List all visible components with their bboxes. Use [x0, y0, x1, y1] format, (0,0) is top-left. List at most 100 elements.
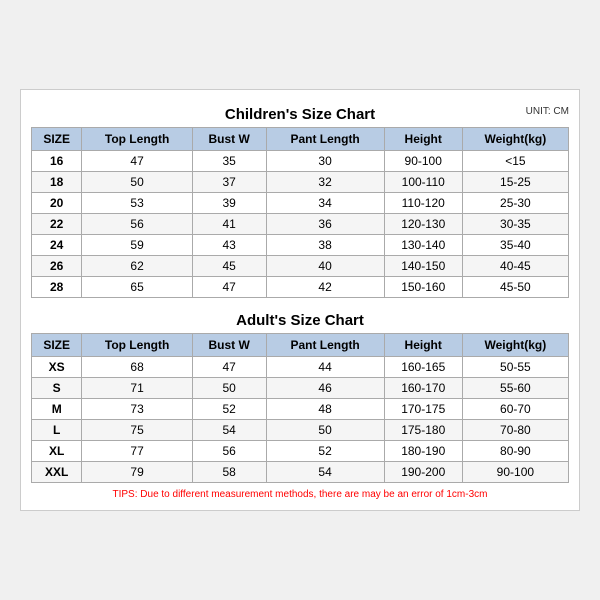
table-cell: 30-35: [462, 214, 568, 235]
table-cell: 43: [192, 235, 266, 256]
tips-text: TIPS: Due to different measurement metho…: [31, 489, 569, 500]
table-cell: 90-100: [462, 462, 568, 483]
adult-col-pant-length-header: Pant Length: [266, 334, 384, 357]
table-row: S715046160-17055-60: [32, 378, 569, 399]
unit-label: UNIT: CM: [526, 106, 569, 117]
table-cell: L: [32, 420, 82, 441]
col-weight-header: Weight(kg): [462, 128, 568, 151]
adult-col-weight-header: Weight(kg): [462, 334, 568, 357]
table-cell: 20: [32, 193, 82, 214]
table-cell: 68: [82, 357, 192, 378]
adult-col-height-header: Height: [384, 334, 462, 357]
table-cell: 110-120: [384, 193, 462, 214]
table-cell: 16: [32, 151, 82, 172]
table-cell: 18: [32, 172, 82, 193]
table-cell: 35-40: [462, 235, 568, 256]
table-cell: 40-45: [462, 256, 568, 277]
table-cell: 15-25: [462, 172, 568, 193]
table-cell: 56: [82, 214, 192, 235]
table-cell: 52: [266, 441, 384, 462]
col-size-header: SIZE: [32, 128, 82, 151]
table-row: 1647353090-100<15: [32, 151, 569, 172]
table-cell: 65: [82, 277, 192, 298]
table-cell: 47: [82, 151, 192, 172]
table-cell: 50: [192, 378, 266, 399]
table-cell: <15: [462, 151, 568, 172]
table-row: M735248170-17560-70: [32, 399, 569, 420]
table-cell: S: [32, 378, 82, 399]
table-cell: 47: [192, 357, 266, 378]
table-cell: 50-55: [462, 357, 568, 378]
table-cell: 130-140: [384, 235, 462, 256]
table-cell: 90-100: [384, 151, 462, 172]
children-title-text: Children's Size Chart: [225, 106, 375, 123]
table-cell: 44: [266, 357, 384, 378]
table-cell: 46: [266, 378, 384, 399]
children-table: SIZE Top Length Bust W Pant Length Heigh…: [31, 127, 569, 298]
adult-title-text: Adult's Size Chart: [236, 312, 364, 329]
table-cell: 180-190: [384, 441, 462, 462]
children-header-row: SIZE Top Length Bust W Pant Length Heigh…: [32, 128, 569, 151]
table-cell: 45: [192, 256, 266, 277]
table-cell: 175-180: [384, 420, 462, 441]
table-cell: 40: [266, 256, 384, 277]
adult-header-row: SIZE Top Length Bust W Pant Length Heigh…: [32, 334, 569, 357]
table-cell: 37: [192, 172, 266, 193]
table-cell: 24: [32, 235, 82, 256]
table-cell: XL: [32, 441, 82, 462]
col-bust-w-header: Bust W: [192, 128, 266, 151]
table-cell: 47: [192, 277, 266, 298]
table-cell: 75: [82, 420, 192, 441]
adult-table: SIZE Top Length Bust W Pant Length Heigh…: [31, 333, 569, 483]
adult-col-top-length-header: Top Length: [82, 334, 192, 357]
table-cell: 62: [82, 256, 192, 277]
table-cell: 25-30: [462, 193, 568, 214]
table-cell: 60-70: [462, 399, 568, 420]
table-cell: 54: [266, 462, 384, 483]
col-height-header: Height: [384, 128, 462, 151]
table-cell: 48: [266, 399, 384, 420]
table-cell: 39: [192, 193, 266, 214]
chart-container: Children's Size Chart UNIT: CM SIZE Top …: [20, 89, 580, 511]
adult-title: Adult's Size Chart: [31, 306, 569, 333]
table-cell: 32: [266, 172, 384, 193]
table-row: 24594338130-14035-40: [32, 235, 569, 256]
table-cell: 41: [192, 214, 266, 235]
table-row: 26624540140-15040-45: [32, 256, 569, 277]
table-cell: 42: [266, 277, 384, 298]
table-cell: 150-160: [384, 277, 462, 298]
table-cell: 45-50: [462, 277, 568, 298]
adult-col-bust-w-header: Bust W: [192, 334, 266, 357]
table-cell: 70-80: [462, 420, 568, 441]
table-cell: 100-110: [384, 172, 462, 193]
col-pant-length-header: Pant Length: [266, 128, 384, 151]
table-cell: 79: [82, 462, 192, 483]
table-row: XL775652180-19080-90: [32, 441, 569, 462]
table-row: XXL795854190-20090-100: [32, 462, 569, 483]
table-row: 20533934110-12025-30: [32, 193, 569, 214]
table-cell: 36: [266, 214, 384, 235]
table-cell: 160-170: [384, 378, 462, 399]
table-row: 22564136120-13030-35: [32, 214, 569, 235]
table-cell: 28: [32, 277, 82, 298]
table-cell: 54: [192, 420, 266, 441]
table-cell: 30: [266, 151, 384, 172]
table-row: L755450175-18070-80: [32, 420, 569, 441]
table-cell: 71: [82, 378, 192, 399]
table-cell: 34: [266, 193, 384, 214]
adult-col-size-header: SIZE: [32, 334, 82, 357]
table-row: 18503732100-11015-25: [32, 172, 569, 193]
table-row: 28654742150-16045-50: [32, 277, 569, 298]
table-cell: 80-90: [462, 441, 568, 462]
table-cell: 73: [82, 399, 192, 420]
table-cell: 35: [192, 151, 266, 172]
children-title: Children's Size Chart UNIT: CM: [31, 100, 569, 127]
table-cell: 50: [266, 420, 384, 441]
table-cell: 170-175: [384, 399, 462, 420]
table-row: XS684744160-16550-55: [32, 357, 569, 378]
table-cell: 56: [192, 441, 266, 462]
table-cell: 160-165: [384, 357, 462, 378]
table-cell: 38: [266, 235, 384, 256]
table-cell: 140-150: [384, 256, 462, 277]
table-cell: XS: [32, 357, 82, 378]
